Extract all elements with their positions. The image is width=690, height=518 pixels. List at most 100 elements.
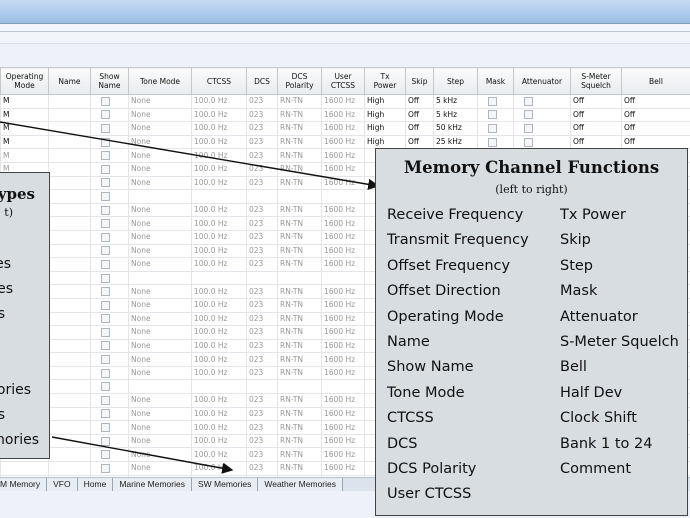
cell-name[interactable] — [48, 352, 91, 367]
cell-ctcss[interactable]: 100.0 Hz — [191, 284, 247, 299]
table-row[interactable]: M None 100.0 Hz 023 RN-TN 1600 Hz High Off 5 kHz… — [0, 94, 690, 109]
cell-pol[interactable]: RN-TN — [277, 365, 322, 381]
cell-show[interactable] — [90, 379, 129, 395]
checkbox[interactable] — [101, 205, 110, 215]
cell-name[interactable] — [48, 461, 91, 476]
cell-name[interactable] — [48, 297, 91, 313]
checkbox[interactable] — [101, 137, 110, 147]
cell-name[interactable] — [48, 161, 91, 177]
cell-show[interactable] — [90, 202, 129, 218]
cell-pol[interactable]: RN-TN — [277, 420, 322, 435]
cell-uctcss[interactable]: 1600 Hz — [321, 216, 365, 231]
cell-ctcss[interactable] — [191, 270, 247, 286]
cell-pol[interactable]: RN-TN — [277, 461, 322, 476]
cell-ctcss[interactable]: 100.0 Hz — [191, 229, 247, 245]
cell-name[interactable] — [48, 311, 91, 327]
cell-ctcss[interactable]: 100.0 Hz — [191, 447, 247, 463]
cell-name[interactable] — [48, 447, 91, 463]
cell-tone[interactable]: None — [128, 121, 192, 136]
cell-tone[interactable]: None — [128, 229, 192, 245]
cell-name[interactable] — [48, 433, 91, 449]
checkbox[interactable] — [101, 178, 110, 188]
checkbox[interactable] — [101, 246, 110, 256]
cell-skip[interactable]: Off — [405, 94, 434, 109]
cell-txp[interactable]: High — [364, 121, 406, 136]
cell-name[interactable] — [48, 243, 91, 259]
cell-dcs[interactable]: 023 — [246, 338, 278, 354]
cell-uctcss[interactable]: 1600 Hz — [321, 365, 365, 381]
cell-tone[interactable]: None — [128, 216, 192, 231]
cell-smeter[interactable]: Off — [570, 94, 622, 109]
cell-ctcss[interactable]: 100.0 Hz — [191, 257, 247, 272]
cell-name[interactable] — [48, 175, 91, 191]
cell-tone[interactable]: None — [128, 365, 192, 381]
cell-ctcss[interactable]: 100.0 Hz — [191, 243, 247, 259]
cell-name[interactable] — [48, 257, 91, 272]
cell-mask[interactable] — [477, 107, 514, 123]
cell-ctcss[interactable]: 100.0 Hz — [191, 461, 247, 476]
checkbox[interactable] — [524, 96, 533, 106]
checkbox[interactable] — [524, 137, 533, 147]
cell-name[interactable] — [48, 107, 91, 123]
checkbox[interactable] — [101, 300, 110, 310]
cell-uctcss[interactable]: 1600 Hz — [321, 420, 365, 435]
cell-pol[interactable] — [277, 379, 322, 395]
cell-show[interactable] — [90, 338, 129, 354]
checkbox[interactable] — [101, 191, 110, 201]
cell-name[interactable] — [48, 189, 91, 204]
cell-name[interactable] — [48, 134, 91, 150]
cell-ctcss[interactable]: 100.0 Hz — [191, 216, 247, 231]
tab-sw-memories[interactable]: SW Memories — [191, 478, 259, 491]
cell-ctcss[interactable]: 100.0 Hz — [191, 365, 247, 381]
cell-dcs[interactable]: 023 — [246, 121, 278, 136]
cell-pol[interactable]: RN-TN — [277, 175, 322, 191]
cell-show[interactable] — [90, 257, 129, 272]
cell-bell[interactable]: Off — [621, 107, 690, 123]
cell-ctcss[interactable]: 100.0 Hz — [191, 393, 247, 408]
column-header-show[interactable]: Show Name — [90, 67, 129, 95]
checkbox[interactable] — [101, 110, 110, 120]
cell-tone[interactable]: None — [128, 175, 192, 191]
cell-uctcss[interactable]: 1600 Hz — [321, 406, 365, 422]
cell-name[interactable] — [48, 229, 91, 245]
cell-show[interactable] — [90, 406, 129, 422]
cell-dcs[interactable]: 023 — [246, 393, 278, 408]
cell-name[interactable] — [48, 121, 91, 136]
cell-tone[interactable]: None — [128, 420, 192, 435]
tab-marine-memories[interactable]: Marine Memories — [113, 478, 192, 491]
cell-tone[interactable]: None — [128, 202, 192, 218]
table-row[interactable]: M None 100.0 Hz 023 RN-TN 1600 Hz High Off 50 kH… — [0, 121, 690, 136]
cell-show[interactable] — [90, 311, 129, 327]
cell-ctcss[interactable]: 100.0 Hz — [191, 94, 247, 109]
cell-uctcss[interactable]: 1600 Hz — [321, 229, 365, 245]
cell-uctcss[interactable]: 1600 Hz — [321, 148, 365, 163]
cell-show[interactable] — [90, 297, 129, 313]
cell-tone[interactable]: None — [128, 284, 192, 299]
cell-att[interactable] — [513, 134, 571, 150]
cell-bell[interactable]: Off — [621, 121, 690, 136]
cell-dcs[interactable]: 023 — [246, 447, 278, 463]
checkbox[interactable] — [101, 395, 110, 405]
cell-smeter[interactable]: Off — [570, 134, 622, 150]
checkbox[interactable] — [101, 314, 110, 324]
cell-mode[interactable]: M — [0, 121, 49, 136]
cell-dcs[interactable]: 023 — [246, 229, 278, 245]
cell-ctcss[interactable]: 100.0 Hz — [191, 406, 247, 422]
cell-mask[interactable] — [477, 94, 514, 109]
cell-bell[interactable]: Off — [621, 134, 690, 150]
checkbox[interactable] — [101, 409, 110, 419]
cell-step[interactable]: 5 kHz — [433, 107, 478, 123]
cell-name[interactable] — [48, 284, 91, 299]
cell-ctcss[interactable]: 100.0 Hz — [191, 297, 247, 313]
cell-skip[interactable]: Off — [405, 121, 434, 136]
cell-tone[interactable]: None — [128, 352, 192, 367]
cell-uctcss[interactable]: 1600 Hz — [321, 107, 365, 123]
cell-ctcss[interactable]: 100.0 Hz — [191, 202, 247, 218]
checkbox[interactable] — [101, 232, 110, 242]
cell-pol[interactable]: RN-TN — [277, 202, 322, 218]
checkbox[interactable] — [101, 219, 110, 229]
cell-tone[interactable]: None — [128, 94, 192, 109]
cell-att[interactable] — [513, 107, 571, 123]
cell-uctcss[interactable]: 1600 Hz — [321, 257, 365, 272]
column-header-bell[interactable]: Bell — [621, 67, 690, 95]
